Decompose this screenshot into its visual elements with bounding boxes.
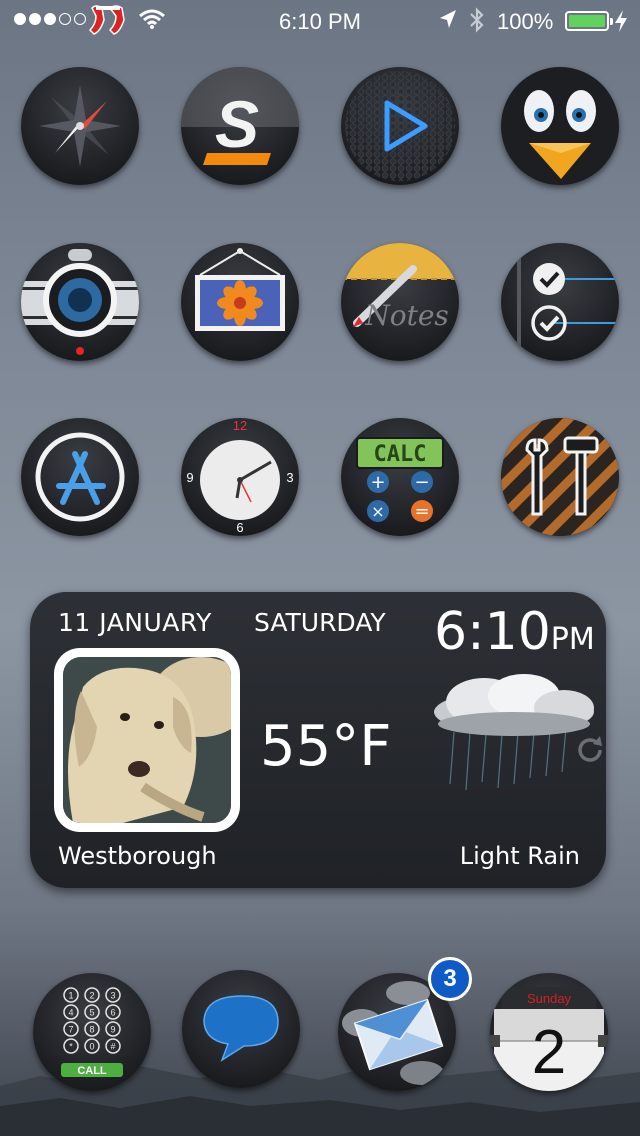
phone-icon[interactable]: 1 2 3 4 5 6 7 8 9 * 0 # CALL [33, 973, 151, 1091]
svg-text:=: = [414, 501, 429, 522]
app-store-icon[interactable] [21, 418, 139, 536]
svg-text:×: × [371, 502, 384, 521]
keypad-key-label: 1 [68, 991, 73, 1001]
video-player-icon[interactable] [341, 67, 459, 185]
phone-call-label: CALL [77, 1065, 107, 1077]
dog-photo [63, 657, 231, 823]
clock-numeral-6: 6 [236, 520, 243, 535]
widget-location: Westborough [58, 842, 217, 870]
reminders-icon[interactable] [501, 243, 619, 361]
widget-ampm: PM [550, 622, 595, 657]
bluetooth-icon [470, 7, 484, 33]
calculator-icon[interactable]: CALC + − × = [341, 418, 459, 536]
camera-icon[interactable] [21, 243, 139, 361]
messages-icon[interactable] [182, 970, 300, 1088]
penguin-app-icon[interactable] [501, 67, 619, 185]
calendar-day-number: 2 [532, 1018, 566, 1087]
keypad-key-label: 4 [68, 1008, 73, 1018]
photos-icon[interactable] [181, 243, 299, 361]
clock-numeral-12: 12 [233, 418, 247, 433]
light-rain-cloud-icon [434, 674, 602, 791]
calendar-day-name: Sunday [527, 991, 572, 1006]
keypad-key-label: 7 [68, 1025, 73, 1035]
clock-numeral-9: 9 [186, 470, 193, 485]
keypad-key-label: 3 [110, 991, 115, 1001]
keypad-key-label: 5 [89, 1008, 94, 1018]
mail-unread-badge: 3 [428, 957, 472, 1001]
location-arrow-icon [440, 10, 456, 28]
keypad-key-label: 9 [110, 1025, 115, 1035]
keypad-key-label: 0 [89, 1042, 94, 1052]
keypad-key-label: 6 [110, 1008, 115, 1018]
widget-time-value: 6:10 [434, 602, 551, 662]
notes-label: Notes [364, 299, 449, 332]
svg-text:S: S [215, 87, 259, 161]
widget-condition: Light Rain [459, 842, 580, 870]
battery-percentage: 100% [497, 9, 554, 34]
calendar-icon[interactable]: Sunday 2 [490, 973, 608, 1091]
safari-icon[interactable] [21, 67, 139, 185]
widget-temperature: 55°F [260, 714, 392, 779]
keypad-key-label: 2 [89, 991, 94, 1001]
contact-photo[interactable] [54, 648, 240, 832]
weather-clock-widget[interactable]: 11 JANUARY SATURDAY 6:10PM 55°F Westboro… [30, 592, 606, 888]
widget-day: SATURDAY [254, 608, 386, 637]
keypad-key-label: 8 [89, 1025, 94, 1035]
settings-icon[interactable] [501, 418, 619, 536]
keypad-key-label: # [110, 1042, 115, 1052]
notes-icon[interactable]: Notes [341, 243, 459, 361]
calculator-label: CALC [374, 442, 427, 467]
s-app-icon[interactable]: S [181, 67, 299, 185]
clock-numeral-3: 3 [286, 470, 293, 485]
widget-time: 6:10PM [434, 602, 595, 662]
battery-icon [565, 11, 613, 31]
clock-icon[interactable]: 12 3 6 9 [181, 418, 299, 536]
keypad-key-label: * [69, 1042, 73, 1052]
status-bar: 6:10 PM 100% [0, 0, 640, 40]
widget-date: 11 JANUARY [58, 608, 212, 637]
charging-bolt-icon [615, 10, 627, 32]
svg-text:+: + [370, 472, 385, 493]
svg-text:−: − [414, 472, 429, 493]
